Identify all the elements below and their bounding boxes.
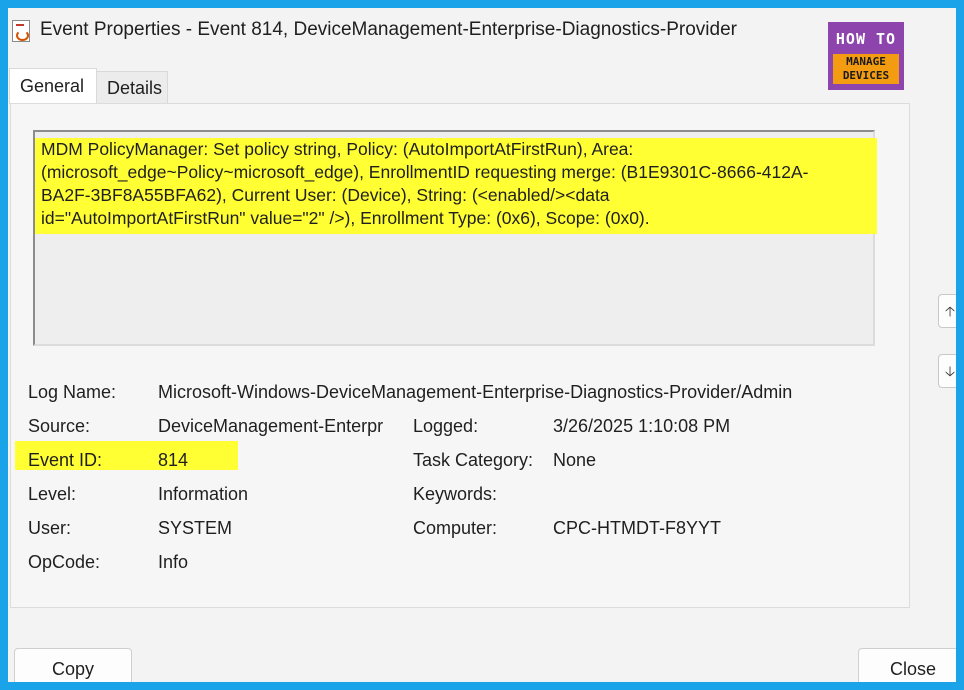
source-value: DeviceManagement-Enterpr: [158, 416, 384, 436]
level-label: Level:: [28, 484, 77, 504]
task-category-value: None: [553, 450, 597, 470]
computer-value: CPC-HTMDT-F8YYT: [553, 518, 721, 538]
task-category-label: Task Category:: [413, 450, 534, 470]
window-title: Event Properties - Event 814, DeviceMana…: [40, 19, 737, 40]
title-bar: Event Properties - Event 814, DeviceMana…: [8, 8, 956, 56]
previous-event-button[interactable]: 🡡: [938, 294, 956, 328]
close-button[interactable]: Close: [858, 648, 956, 682]
event-description-box[interactable]: MDM PolicyManager: Set policy string, Po…: [33, 130, 877, 346]
event-id-label: Event ID:: [28, 450, 103, 470]
general-tab-panel: MDM PolicyManager: Set policy string, Po…: [10, 103, 910, 608]
source-label: Source:: [28, 416, 91, 436]
event-properties-window: Event Properties - Event 814, DeviceMana…: [8, 8, 956, 682]
level-value: Information: [158, 484, 249, 504]
user-label: User:: [28, 518, 72, 538]
keywords-label: Keywords:: [413, 484, 498, 504]
user-value: SYSTEM: [158, 518, 233, 538]
logged-value: 3/26/2025 1:10:08 PM: [553, 416, 731, 436]
event-id-value: 814: [158, 450, 189, 470]
log-name-value: Microsoft-Windows-DeviceManagement-Enter…: [158, 382, 793, 402]
copy-button[interactable]: Copy: [14, 648, 132, 682]
arrow-down-icon: 🡣: [945, 363, 956, 379]
event-viewer-icon: [12, 20, 30, 42]
logo-text-manage: MANAGE: [846, 55, 886, 68]
tab-strip: General Details: [8, 68, 908, 104]
arrow-up-icon: 🡡: [945, 303, 956, 319]
log-name-label: Log Name:: [28, 382, 117, 402]
tab-general[interactable]: General: [9, 68, 97, 104]
logged-label: Logged:: [413, 416, 479, 436]
opcode-value: Info: [158, 552, 189, 572]
next-event-button[interactable]: 🡣: [938, 354, 956, 388]
logo-text-top: HOW TO: [835, 30, 897, 48]
computer-label: Computer:: [413, 518, 498, 538]
event-description-text: MDM PolicyManager: Set policy string, Po…: [35, 138, 877, 234]
opcode-label: OpCode:: [28, 552, 101, 572]
tab-details[interactable]: Details: [96, 71, 168, 103]
